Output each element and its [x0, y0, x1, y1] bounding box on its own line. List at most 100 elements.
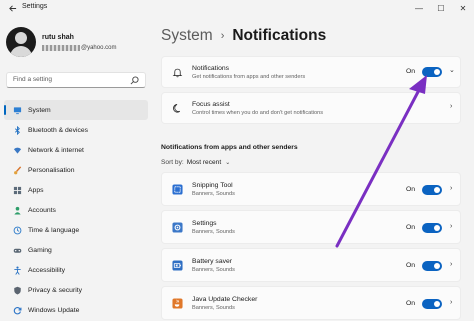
sidebar-item-privacy-security[interactable]: Privacy & security [4, 280, 148, 300]
window-title: Settings [22, 3, 48, 10]
app-state-label: On [406, 300, 416, 307]
chevron-down-icon[interactable]: ⌄ [225, 159, 230, 166]
sort-value[interactable]: Most recent [187, 159, 221, 166]
sidebar-item-windows-update[interactable]: Windows Update [4, 300, 148, 320]
app-state-label: On [406, 186, 416, 193]
brush-icon [13, 165, 22, 175]
settings-window: Settings — ☐ ✕ rutu shah @yahoo.com Find… [0, 0, 474, 321]
app-name: Snipping Tool [192, 182, 233, 189]
sidebar-item-label: Gaming [28, 246, 52, 254]
sidebar-item-label: Accounts [28, 206, 56, 214]
person-icon [13, 206, 22, 215]
app-toggle-battery-saver[interactable] [422, 261, 442, 271]
app-toggle-java-update-checker[interactable] [422, 299, 442, 309]
shield-icon [13, 286, 22, 295]
sort-control[interactable]: Sort by: Most recent ⌄ [161, 159, 230, 166]
notifications-toggle[interactable] [422, 67, 442, 77]
notifications-title: Notifications [192, 65, 230, 72]
bluetooth-icon [13, 125, 22, 135]
settings-gear-icon [172, 222, 183, 233]
focus-assist-card[interactable]: Focus assist Control times when you do a… [161, 92, 461, 124]
focus-assist-title: Focus assist [192, 101, 230, 108]
monitor-icon [13, 106, 22, 115]
chevron-right-icon[interactable]: › [450, 223, 452, 230]
app-detail: Banners, Sounds [192, 305, 235, 311]
sidebar-item-label: System [28, 106, 51, 114]
sidebar-item-label: Windows Update [28, 306, 80, 314]
app-state-label: On [406, 262, 416, 269]
chevron-right-icon[interactable]: › [450, 261, 452, 268]
app-toggle-snipping-tool[interactable] [422, 185, 442, 195]
search-placeholder: Find a setting [13, 76, 53, 83]
sidebar-item-label: Network & internet [28, 146, 84, 154]
avatar-body-shape [10, 46, 32, 57]
search-input[interactable]: Find a setting [6, 72, 146, 88]
apps-section-title: Notifications from apps and other sender… [161, 144, 298, 151]
app-name: Java Update Checker [192, 296, 258, 303]
chevron-down-icon[interactable]: ⌄ [449, 66, 455, 74]
toggle-knob [434, 301, 440, 307]
sidebar-item-network[interactable]: Network & internet [4, 140, 148, 160]
app-toggle-settings[interactable] [422, 223, 442, 233]
app-row-settings[interactable]: Settings Banners, Sounds On › [161, 210, 461, 244]
toggle-knob [434, 69, 440, 75]
maximize-button[interactable]: ☐ [430, 0, 452, 16]
sidebar-item-apps[interactable]: Apps [4, 180, 148, 200]
app-detail: Banners, Sounds [192, 229, 235, 235]
app-row-battery-saver[interactable]: Battery saver Banners, Sounds On › [161, 248, 461, 282]
gamepad-icon [13, 246, 22, 255]
close-button[interactable]: ✕ [452, 0, 474, 16]
sidebar: rutu shah @yahoo.com Find a setting Syst… [0, 18, 152, 321]
sidebar-item-label: Accessibility [28, 266, 66, 274]
globe-clock-icon [13, 226, 22, 235]
sidebar-item-accessibility[interactable]: Accessibility [4, 260, 148, 280]
java-icon [172, 298, 183, 309]
app-row-java-update-checker[interactable]: Java Update Checker Banners, Sounds On › [161, 286, 461, 320]
search-icon[interactable] [130, 76, 139, 85]
page-title: Notifications [232, 27, 327, 44]
chevron-right-icon[interactable]: › [450, 185, 452, 192]
sidebar-item-label: Bluetooth & devices [28, 126, 89, 134]
wifi-icon [13, 146, 22, 155]
chevron-right-icon[interactable]: › [450, 299, 452, 306]
sidebar-item-accounts[interactable]: Accounts [4, 200, 148, 220]
toggle-knob [434, 225, 440, 231]
avatar-head-shape [15, 32, 27, 44]
sidebar-item-gaming[interactable]: Gaming [4, 240, 148, 260]
notifications-subtitle: Get notifications from apps and other se… [192, 74, 306, 80]
apps-icon [13, 186, 22, 195]
app-detail: Banners, Sounds [192, 267, 235, 273]
main-pane: System › Notifications Notifications Get… [160, 18, 474, 321]
snipping-tool-icon [172, 184, 183, 195]
back-arrow-icon[interactable] [8, 4, 17, 13]
title-bar: Settings — ☐ ✕ [0, 0, 474, 16]
app-name: Settings [192, 220, 217, 227]
avatar[interactable] [6, 27, 36, 57]
breadcrumb: System › Notifications [161, 27, 326, 45]
app-detail: Banners, Sounds [192, 191, 235, 197]
focus-assist-subtitle: Control times when you do and don't get … [192, 110, 324, 116]
app-row-snipping-tool[interactable]: Snipping Tool Banners, Sounds On › [161, 172, 461, 206]
sidebar-item-label: Privacy & security [28, 286, 83, 294]
sidebar-item-system[interactable]: System [4, 100, 148, 120]
sidebar-item-label: Apps [28, 186, 44, 194]
notifications-state-label: On [406, 68, 416, 75]
app-state-label: On [406, 224, 416, 231]
breadcrumb-parent[interactable]: System [161, 27, 213, 45]
toggle-knob [434, 263, 440, 269]
sidebar-item-label: Personalisation [28, 166, 75, 174]
chevron-right-icon[interactable]: › [450, 103, 452, 110]
bell-icon [172, 67, 183, 78]
app-name: Battery saver [192, 258, 233, 265]
sidebar-item-personalisation[interactable]: Personalisation [4, 160, 148, 180]
sort-label: Sort by: [161, 159, 184, 166]
moon-icon [172, 103, 183, 114]
minimize-button[interactable]: — [408, 0, 430, 16]
sidebar-item-label: Time & language [28, 226, 80, 234]
email-redaction [42, 45, 80, 51]
sidebar-item-bluetooth[interactable]: Bluetooth & devices [4, 120, 148, 140]
sidebar-nav: System Bluetooth & devices Network & int… [4, 100, 148, 320]
breadcrumb-separator: › [220, 30, 225, 42]
sidebar-item-time-language[interactable]: Time & language [4, 220, 148, 240]
notifications-card[interactable]: Notifications Get notifications from app… [161, 56, 461, 88]
